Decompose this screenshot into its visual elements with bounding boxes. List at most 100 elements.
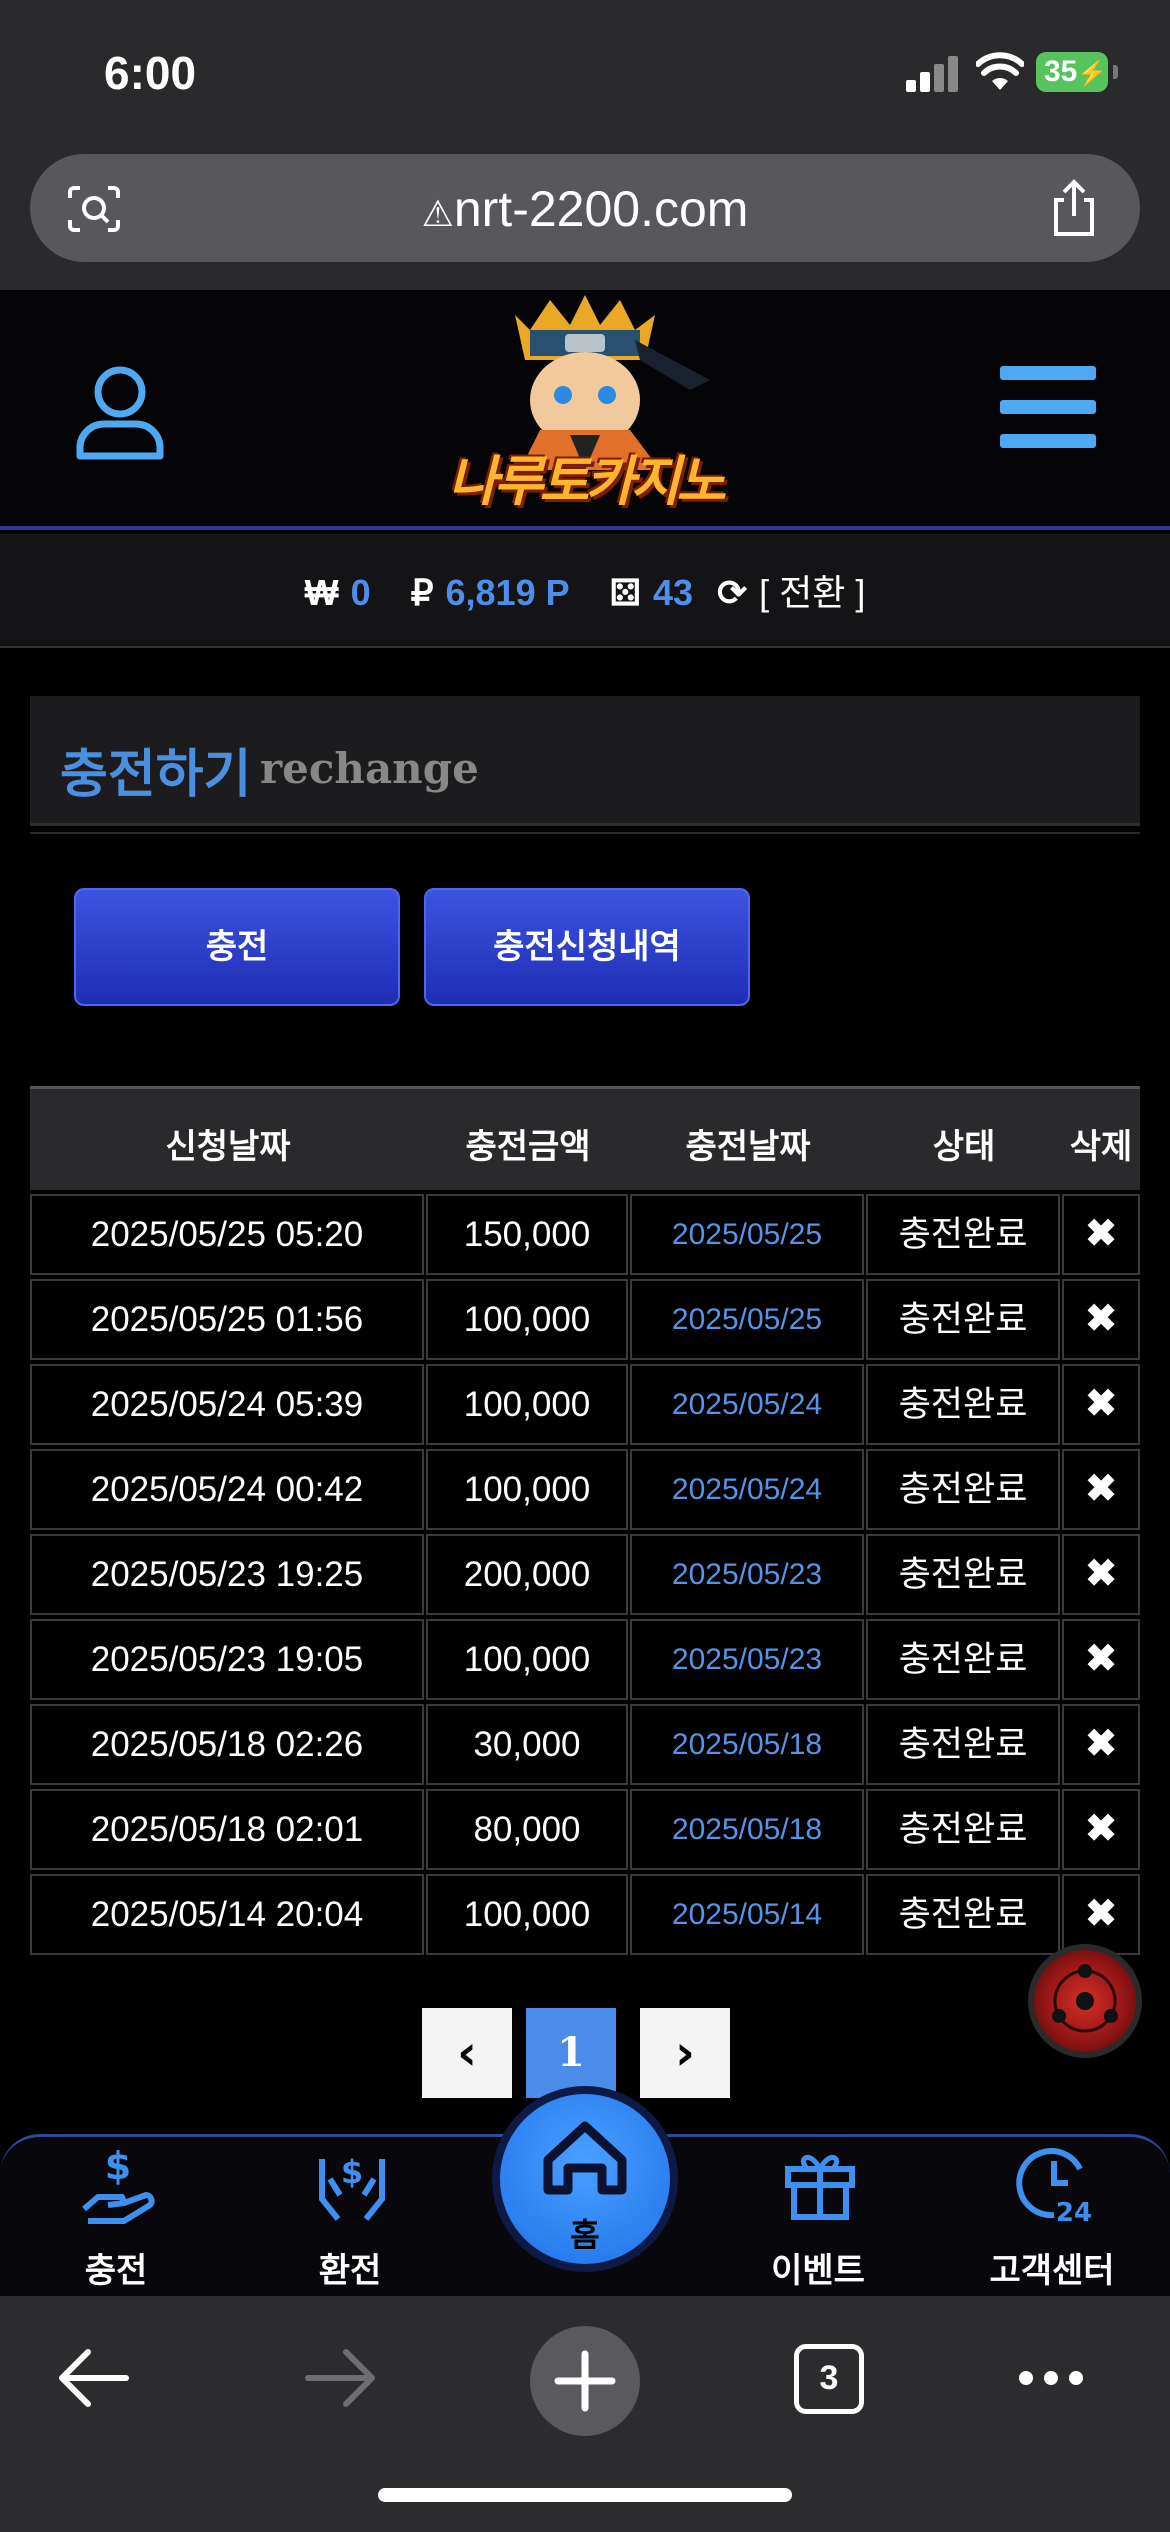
charge-history-button[interactable]: 충전신청내역 [424,888,750,1006]
dice-balance: 43 [652,572,693,613]
section-title: 충전하기 rechange [30,696,1140,826]
svg-text:$: $ [105,2144,131,2188]
won-balance: 0 [350,572,371,613]
nav-home-label: 홈 [570,2216,600,2254]
sharingan-icon [1052,1964,1118,2033]
amount-cell: 100,000 [426,1279,628,1360]
table-row: 2025/05/24 05:39 100,000 2025/05/24 충전완료 ✖ [30,1362,1140,1447]
status-cell: 충전완료 [866,1279,1060,1360]
back-arrow-icon[interactable] [58,2346,130,2410]
svg-text:$: $ [341,2153,363,2191]
refresh-icon[interactable]: ⟳ [717,572,747,613]
amount-cell: 30,000 [426,1704,628,1785]
charge-date-cell: 2025/05/24 [630,1449,864,1530]
amount-cell: 200,000 [426,1534,628,1615]
nav-exchange[interactable]: $ 환전 [250,2137,450,2297]
request-date-cell: 2025/05/23 19:25 [30,1534,424,1615]
request-date-cell: 2025/05/25 01:56 [30,1279,424,1360]
nav-charge[interactable]: $ 충전 [16,2137,216,2297]
won-icon: ₩ [304,572,339,613]
next-page-button[interactable]: › [640,2008,730,2098]
delete-icon[interactable]: ✖ [1062,1534,1140,1615]
amount-cell: 150,000 [426,1194,628,1275]
table-header: 신청날짜 충전금액 충전날짜 상태 삭제 [30,1086,1140,1190]
delete-icon[interactable]: ✖ [1062,1194,1140,1275]
table-row: 2025/05/18 02:26 30,000 2025/05/18 충전완료 ✖ [30,1702,1140,1787]
amount-cell: 80,000 [426,1789,628,1870]
table-row: 2025/05/25 01:56 100,000 2025/05/25 충전완료 ✖ [30,1277,1140,1362]
more-options-icon[interactable] [1016,2366,1086,2390]
charge-date-cell: 2025/05/18 [630,1704,864,1785]
header-charge-date: 충전날짜 [685,1127,811,1167]
browser-address-area: ⚠nrt-2200.com [0,150,1170,290]
status-time: 6:00 [104,47,197,99]
table-row: 2025/05/14 20:04 100,000 2025/05/14 충전완료 ✖ [30,1872,1140,1957]
plus-icon [554,2350,616,2412]
url-display: ⚠nrt-2200.com [30,180,1140,238]
battery-level: 35 [1044,55,1078,88]
delete-icon[interactable]: ✖ [1062,1704,1140,1785]
gift-icon [785,2155,855,2220]
divider [30,832,1140,834]
charge-date-cell: 2025/05/18 [630,1789,864,1870]
floating-sharingan-button[interactable] [1028,1944,1142,2058]
tabs-button[interactable]: 3 [794,2344,864,2414]
header-delete: 삭제 [1069,1127,1133,1167]
table-row: 2025/05/23 19:25 200,000 2025/05/23 충전완료 ✖ [30,1532,1140,1617]
nav-home-button[interactable]: 홈 [492,2086,678,2272]
header-amount: 충전금액 [465,1127,591,1167]
table-row: 2025/05/25 05:20 150,000 2025/05/25 충전완료 ✖ [30,1192,1140,1277]
nav-support-label: 고객센터 [989,2251,1115,2291]
request-date-cell: 2025/05/24 05:39 [30,1364,424,1445]
delete-icon[interactable]: ✖ [1062,1619,1140,1700]
exchange-hands-icon: $ [319,2153,385,2221]
header-request-date: 신청날짜 [165,1127,291,1167]
user-icon[interactable] [72,362,168,462]
wifi-icon [976,52,1024,90]
home-indicator [378,2488,792,2502]
charge-date-cell: 2025/05/24 [630,1364,864,1445]
delete-icon[interactable]: ✖ [1062,1874,1140,1955]
status-cell: 충전완료 [866,1449,1060,1530]
nav-support[interactable]: 24 고객센터 [952,2137,1152,2297]
cellular-signal-icon [906,56,958,92]
header-status: 상태 [932,1127,996,1167]
table-row: 2025/05/18 02:01 80,000 2025/05/18 충전완료 ✖ [30,1787,1140,1872]
section-title-english: rechange [260,744,479,793]
hamburger-menu-icon[interactable] [1000,366,1096,452]
amount-cell: 100,000 [426,1619,628,1700]
delete-icon[interactable]: ✖ [1062,1789,1140,1870]
battery-indicator: 35⚡ [1036,52,1118,92]
logo-text: 나루토카지노 [447,450,726,513]
address-bar[interactable]: ⚠nrt-2200.com [30,154,1140,262]
page-1-button[interactable]: 1 [526,2008,616,2098]
delete-icon[interactable]: ✖ [1062,1279,1140,1360]
warning-icon: ⚠ [421,193,454,234]
share-icon[interactable] [1048,178,1100,238]
request-date-cell: 2025/05/24 00:42 [30,1449,424,1530]
site-logo[interactable]: 나루토카지노 [420,290,750,528]
status-cell: 충전완료 [866,1789,1060,1870]
nav-event-label: 이벤트 [771,2251,865,2291]
status-cell: 충전완료 [866,1704,1060,1785]
forward-arrow-icon[interactable] [304,2346,376,2410]
request-date-cell: 2025/05/18 02:01 [30,1789,424,1870]
status-cell: 충전완료 [866,1194,1060,1275]
delete-icon[interactable]: ✖ [1062,1364,1140,1445]
charge-hand-icon: $ [82,2144,155,2224]
amount-cell: 100,000 [426,1874,628,1955]
charge-date-cell: 2025/05/25 [630,1279,864,1360]
nav-event[interactable]: 이벤트 [718,2137,918,2297]
table-row: 2025/05/23 19:05 100,000 2025/05/23 충전완료 ✖ [30,1617,1140,1702]
charge-date-cell: 2025/05/23 [630,1534,864,1615]
switch-link[interactable]: [ 전환 ] [759,572,865,613]
charge-button[interactable]: 충전 [74,888,400,1006]
delete-icon[interactable]: ✖ [1062,1449,1140,1530]
point-balance: 6,819 P [445,572,570,613]
charge-date-cell: 2025/05/14 [630,1874,864,1955]
new-tab-button[interactable] [530,2326,640,2436]
point-icon: ₽ [410,572,434,613]
table-body: 2025/05/25 05:20 150,000 2025/05/25 충전완료 ✖ 20… [30,1192,1140,1957]
nav-exchange-label: 환전 [318,2251,382,2291]
prev-page-button[interactable]: ‹ [422,2008,512,2098]
